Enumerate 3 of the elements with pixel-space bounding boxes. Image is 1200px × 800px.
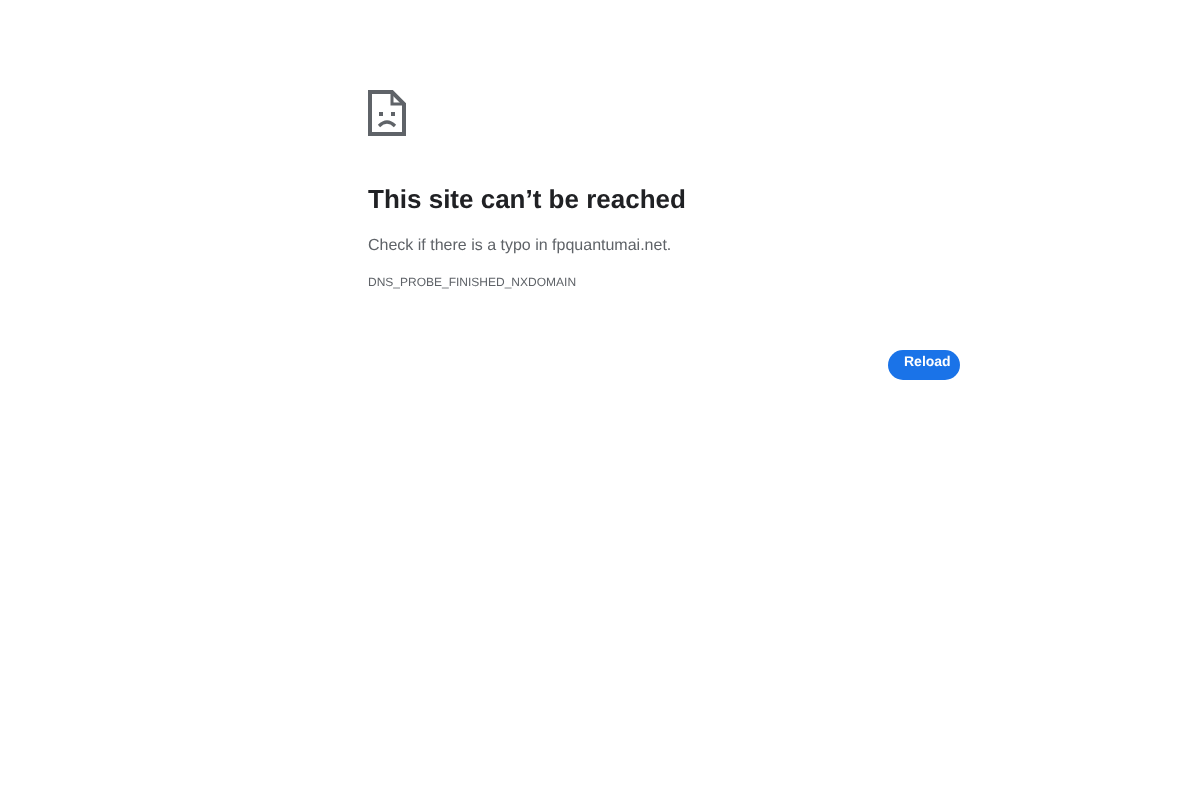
sad-page-icon <box>368 90 406 136</box>
error-message: Check if there is a typo in fpquantumai.net. <box>368 233 674 257</box>
error-title: This site can’t be reached <box>368 182 688 218</box>
